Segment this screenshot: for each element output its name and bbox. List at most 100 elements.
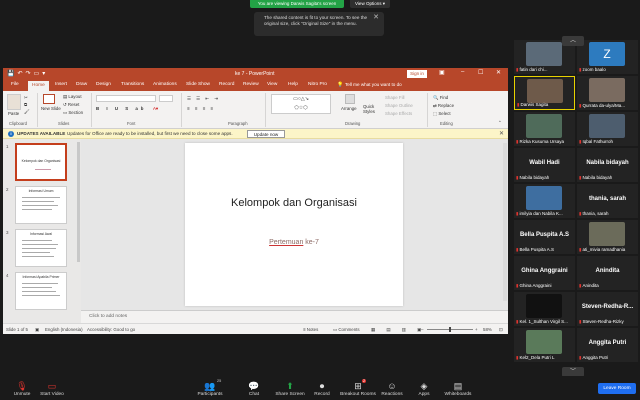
ribbon-display-icon[interactable]: ▣ bbox=[439, 69, 445, 76]
view-buttons[interactable]: ▦ ▤ ▥ ▣ bbox=[371, 327, 426, 333]
list-buttons[interactable]: ☰ ☰ ⇤ ⇥ bbox=[187, 96, 220, 102]
current-slide[interactable]: Kelompok dan Organisasi Pertemuan ke-7 bbox=[185, 143, 403, 306]
zoom-out-icon[interactable]: – bbox=[421, 327, 423, 332]
participant-tile[interactable]: Bella Puspita A.S ▮Bella Puspita A.S bbox=[514, 220, 575, 254]
slide-scrollbar[interactable] bbox=[503, 143, 507, 301]
spellcheck-icon[interactable]: ▣ bbox=[35, 327, 39, 333]
tab-record[interactable]: Record bbox=[219, 82, 234, 87]
thumbnail-scrollbar[interactable] bbox=[77, 142, 80, 262]
participant-tile[interactable]: ▮imilyia dan Nabila K... bbox=[514, 184, 575, 218]
participant-tile[interactable]: Steven-Redha-R... ▮Steven-Redha-Rizky bbox=[577, 292, 638, 326]
tab-help[interactable]: Help bbox=[288, 82, 298, 87]
shape-effects-button[interactable]: Shape Effects bbox=[385, 111, 412, 116]
font-size-dropdown[interactable] bbox=[159, 95, 173, 102]
participant-tile[interactable]: thania, sarah ▮thania, sarah bbox=[577, 184, 638, 218]
find-button[interactable]: 🔍 Find bbox=[433, 95, 448, 101]
quick-access-toolbar[interactable]: 💾↶↷▭▾ bbox=[7, 70, 48, 77]
tab-animations[interactable]: Animations bbox=[153, 82, 177, 87]
layout-button[interactable]: ▤ Layout bbox=[63, 94, 82, 100]
participant-tile[interactable]: ▮Iqbal Fathurroh bbox=[577, 112, 638, 146]
chevron-up-icon[interactable]: ︿ bbox=[562, 36, 584, 46]
font-name-dropdown[interactable] bbox=[96, 95, 156, 102]
participant-video bbox=[526, 186, 562, 210]
tab-design[interactable]: Design bbox=[96, 82, 111, 87]
close-window-icon[interactable]: ✕ bbox=[496, 69, 501, 76]
leave-room-button[interactable]: Leave Room bbox=[598, 383, 636, 394]
participant-tile[interactable]: Ghina Anggraini ▮Ghina Anggraini bbox=[514, 256, 575, 290]
accessibility-status[interactable]: Accessibility: Good to go bbox=[87, 327, 135, 332]
minimize-icon[interactable]: – bbox=[461, 69, 464, 75]
zoom-in-icon[interactable]: + bbox=[475, 327, 478, 332]
sign-in-button[interactable]: Sign in bbox=[407, 70, 427, 78]
zoom-level[interactable]: 58% bbox=[483, 327, 492, 332]
slide-thumbnail-3[interactable]: Informasi Awal bbox=[15, 229, 67, 267]
close-icon[interactable]: ✕ bbox=[499, 130, 504, 137]
tab-slide-show[interactable]: Slide Show bbox=[186, 82, 210, 87]
tab-view[interactable]: View bbox=[267, 82, 277, 87]
shape-outline-button[interactable]: Shape Outline bbox=[385, 103, 413, 108]
tab-transitions[interactable]: Transitions bbox=[121, 82, 144, 87]
font-style-buttons[interactable]: B I U S ab bbox=[96, 106, 147, 111]
update-now-button[interactable]: Update now bbox=[247, 130, 285, 138]
copy-icon[interactable]: ⧉ bbox=[24, 102, 27, 107]
new-slide-button[interactable]: New Slide bbox=[41, 106, 61, 111]
format-painter-icon[interactable]: 🖌 bbox=[24, 109, 30, 115]
participant-tile[interactable]: Z ▮zoom baalo bbox=[577, 40, 638, 74]
collapse-ribbon-icon[interactable]: ⌃ bbox=[498, 120, 502, 126]
tell-me-search[interactable]: Tell me what you want to do bbox=[345, 82, 402, 87]
reset-button[interactable]: ↺ Reset bbox=[63, 102, 79, 108]
cut-icon[interactable]: ✂ bbox=[24, 95, 28, 101]
participant-name: ▮Anindita bbox=[579, 283, 599, 288]
participant-tile[interactable]: ▮Kel. 1_Sulthan Virgil S... bbox=[514, 292, 575, 326]
tab-file[interactable]: File bbox=[11, 82, 19, 87]
participant-tile[interactable]: ▮Qurrata da-ulya/Ma... bbox=[577, 76, 638, 110]
start-video-button[interactable]: ▭ Start Video bbox=[30, 380, 74, 397]
arrange-icon[interactable] bbox=[345, 94, 355, 104]
editing-group-label: Editing bbox=[440, 121, 453, 126]
participant-tile[interactable]: ▮Rizka Kusuma Ursaya bbox=[514, 112, 575, 146]
participants-button[interactable]: 👥 Participants 25 bbox=[188, 379, 232, 397]
participant-tile[interactable]: ▮ati_mivia ramadhania bbox=[577, 220, 638, 254]
slide-thumbnail-4[interactable]: Informasi Apabila Primer bbox=[15, 272, 67, 310]
replace-button[interactable]: ⇄ Replace bbox=[433, 103, 454, 109]
participant-tile[interactable]: Anindita ▮Anindita bbox=[577, 256, 638, 290]
fit-slide-icon[interactable]: ⊡ bbox=[499, 327, 503, 333]
font-color-icon[interactable]: A▾ bbox=[153, 106, 158, 112]
slide-thumbnail-2[interactable]: Informasi Umum bbox=[15, 186, 67, 224]
participant-name: ▮Nabila bidayah bbox=[579, 175, 613, 180]
arrange-button[interactable]: Arrange bbox=[341, 106, 357, 111]
tab-nitro-pro[interactable]: Nitro Pro bbox=[308, 82, 327, 87]
participant-tile[interactable]: Anggita Putri ▮Anggita Putri bbox=[577, 328, 638, 362]
section-button[interactable]: ▭ Section bbox=[63, 110, 83, 116]
comments-toggle[interactable]: ▭ Comments bbox=[333, 327, 360, 333]
participant-tile[interactable]: ▮Kel2_Dela Putri L bbox=[514, 328, 575, 362]
paragraph-group-label: Paragraph bbox=[228, 121, 248, 126]
new-slide-icon[interactable] bbox=[43, 94, 55, 104]
quick-styles-button[interactable]: Quick Styles bbox=[363, 104, 379, 114]
view-options-button[interactable]: View Options ▾ bbox=[350, 0, 390, 8]
participant-tile[interactable]: Wabil Hadi ▮Nabila bidayah bbox=[514, 148, 575, 182]
select-button[interactable]: ⬚ Select bbox=[433, 111, 451, 117]
zoom-slider-thumb[interactable] bbox=[449, 327, 451, 332]
tab-home[interactable]: Home bbox=[28, 81, 49, 91]
shapes-gallery[interactable]: ▭○△↘ ⬠☆⬡ bbox=[271, 94, 331, 114]
tab-draw[interactable]: Draw bbox=[76, 82, 87, 87]
align-buttons[interactable]: ≡ ≡ ≡ ≡ bbox=[187, 106, 215, 111]
tab-review[interactable]: Review bbox=[243, 82, 259, 87]
slide-subtitle[interactable]: Pertemuan ke-7 bbox=[185, 239, 403, 246]
maximize-icon[interactable]: ☐ bbox=[478, 69, 483, 76]
participant-tile[interactable]: ▮Darwis Sagita bbox=[514, 76, 575, 110]
whiteboards-button[interactable]: ▤ Whiteboards bbox=[436, 380, 480, 397]
slide-title[interactable]: Kelompok dan Organisasi bbox=[185, 197, 403, 209]
paste-button[interactable]: Paste bbox=[8, 111, 19, 116]
language-indicator[interactable]: English (Indonesia) bbox=[45, 327, 83, 332]
participant-tile[interactable]: Nabila bidayah ▮Nabila bidayah bbox=[577, 148, 638, 182]
close-icon[interactable]: ✕ bbox=[373, 14, 379, 21]
participant-name: ▮Steven-Redha-Rizky bbox=[579, 319, 624, 324]
notes-toggle[interactable]: ≡ Notes bbox=[303, 327, 318, 332]
notes-pane[interactable]: Click to add notes bbox=[81, 310, 508, 322]
shape-fill-button[interactable]: Shape Fill bbox=[385, 95, 405, 100]
slide-thumbnail-1[interactable]: Kelompok dan Organisasi bbox=[15, 143, 67, 181]
paste-icon[interactable] bbox=[7, 94, 21, 110]
tab-insert[interactable]: Insert bbox=[55, 82, 67, 87]
